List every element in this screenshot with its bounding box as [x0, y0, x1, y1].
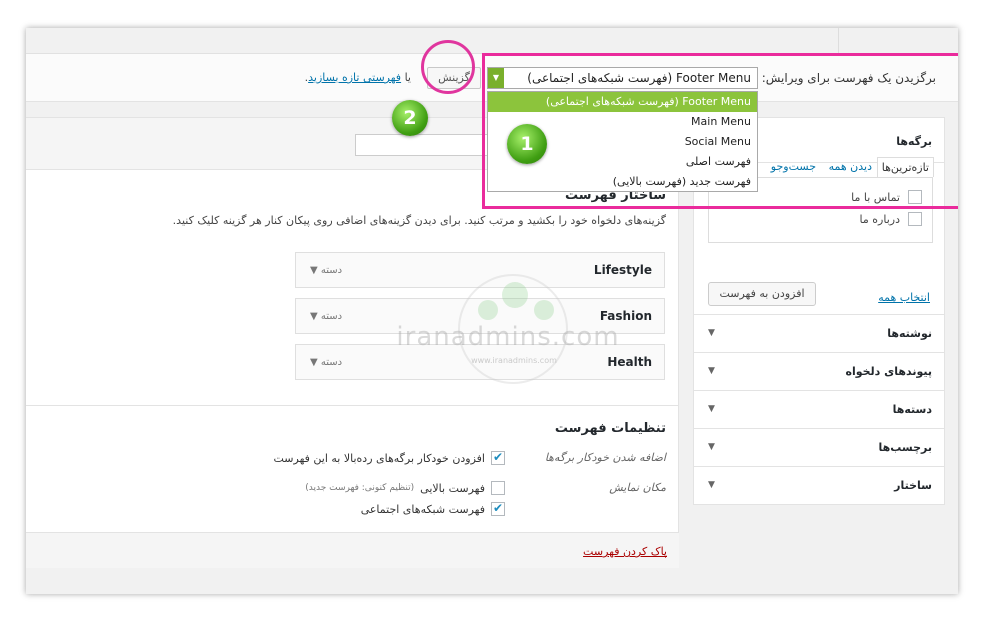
location-label: فهرست شبکه‌های اجتماعی	[360, 502, 485, 516]
step-badge-2: 2	[392, 100, 428, 136]
menu-item-type-label: دسته	[320, 311, 343, 322]
accordion-tags[interactable]: برچسب‌ها ▼	[693, 429, 945, 467]
menu-settings-title: تنظیمات فهرست	[554, 421, 666, 436]
admin-window: برگزیدن یک فهرست برای ویرایش: ▼ Footer M…	[26, 28, 958, 594]
arrow-down-icon[interactable]: ▼	[708, 366, 715, 376]
location-note: (تنظیم کنونی: فهرست جدید)	[305, 483, 415, 493]
create-new-menu-link[interactable]: فهرستی تازه بسازید	[308, 71, 401, 84]
menu-item-type[interactable]: دسته ▼	[310, 357, 342, 368]
arrow-down-icon[interactable]: ▼	[708, 328, 715, 338]
menu-instructions: گزینه‌های دلخواه خود را بکشید و مرتب کنی…	[172, 214, 666, 227]
menu-item[interactable]: Health دسته ▼	[295, 344, 665, 380]
menu-item[interactable]: Fashion دسته ▼	[295, 298, 665, 334]
accordion-categories[interactable]: دسته‌ها ▼	[693, 391, 945, 429]
arrow-down-icon[interactable]: ▼	[310, 357, 318, 368]
select-all-link[interactable]: انتخاب همه	[878, 291, 930, 304]
arrow-down-icon[interactable]: ▼	[708, 480, 715, 490]
or-prefix: یا	[404, 71, 411, 84]
location-label: فهرست بالایی	[420, 481, 485, 495]
highlight-circle	[421, 40, 475, 94]
location-checkbox[interactable]	[491, 481, 505, 495]
accordion-title: نوشته‌ها	[887, 327, 932, 340]
top-strip	[26, 28, 958, 54]
menu-item-type-label: دسته	[320, 265, 343, 276]
create-menu-text: یا فهرستی تازه بسازید.	[305, 71, 411, 84]
page-item[interactable]: درباره ما	[860, 211, 922, 227]
location-option[interactable]: فهرست شبکه‌های اجتماعی	[360, 501, 505, 516]
display-location-label: مکان نمایش	[609, 481, 666, 494]
menu-item-type[interactable]: دسته ▼	[310, 265, 342, 276]
menu-item-title: Fashion	[599, 309, 652, 323]
accordion-posts[interactable]: نوشته‌ها ▼	[693, 315, 945, 353]
auto-add-label: اضافه شدن خودکار برگه‌ها	[544, 451, 666, 464]
arrow-down-icon[interactable]: ▼	[708, 404, 715, 414]
menu-footer: پاک کردن فهرست	[26, 532, 679, 568]
location-option[interactable]: فهرست بالایی (تنظیم کنونی: فهرست جدید)	[305, 481, 505, 495]
menu-item[interactable]: Lifestyle دسته ▼	[295, 252, 665, 288]
arrow-down-icon[interactable]: ▼	[310, 265, 318, 276]
menu-item-title: Health	[607, 355, 652, 369]
auto-add-option[interactable]: افزودن خودکار برگه‌های رده‌بالا به این ف…	[273, 450, 505, 465]
accordion-custom-links[interactable]: پیوندهای دلخواه ▼	[693, 353, 945, 391]
highlight-box	[482, 53, 958, 209]
menu-item-type[interactable]: دسته ▼	[310, 311, 342, 322]
menu-item-type-label: دسته	[320, 357, 343, 368]
delete-menu-link[interactable]: پاک کردن فهرست	[583, 545, 667, 558]
accordion-title: ساختار	[894, 479, 932, 492]
accordion-title: دسته‌ها	[892, 403, 932, 416]
menu-item-title: Lifestyle	[593, 263, 652, 277]
accordion-title: برچسب‌ها	[878, 441, 933, 454]
arrow-down-icon[interactable]: ▼	[708, 442, 715, 452]
accordion-title: پیوندهای دلخواه	[845, 365, 932, 378]
divider	[26, 405, 679, 406]
arrow-down-icon[interactable]: ▼	[310, 311, 318, 322]
step-badge-1: 1	[507, 124, 547, 164]
top-tab	[838, 28, 948, 54]
auto-add-option-label: افزودن خودکار برگه‌های رده‌بالا به این ف…	[273, 451, 486, 465]
location-checkbox[interactable]	[491, 501, 505, 516]
auto-add-checkbox[interactable]	[491, 450, 505, 465]
page-item-label: درباره ما	[859, 212, 900, 226]
accordion-formats[interactable]: ساختار ▼	[693, 467, 945, 505]
add-to-menu-button[interactable]: افزودن به فهرست	[708, 282, 816, 306]
page-checkbox[interactable]	[908, 212, 922, 226]
